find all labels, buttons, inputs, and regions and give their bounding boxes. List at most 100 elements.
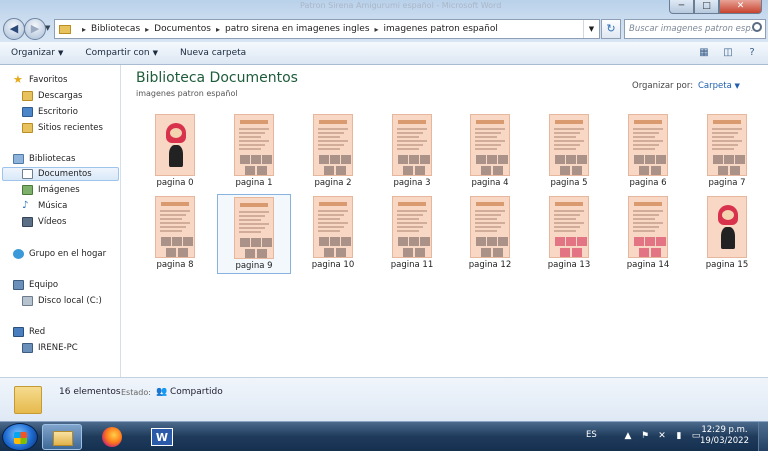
folder-icon (59, 24, 71, 34)
clock[interactable]: 12:29 p.m. 19/03/2022 (700, 425, 749, 447)
address-bar[interactable]: ▸ Bibliotecas ▸ Documentos ▸ patro siren… (54, 19, 600, 39)
taskbar-word[interactable]: W (142, 424, 182, 450)
image-thumbnail (234, 197, 274, 259)
navigation-pane: ★ Favoritos Descargas Escritorio Sitios … (0, 65, 121, 377)
file-item[interactable]: pagina 3 (375, 112, 449, 192)
file-name: pagina 7 (708, 178, 746, 188)
window-controls: ─ □ ✕ (669, 0, 762, 14)
sidebar-item-downloads[interactable]: Descargas (22, 89, 82, 103)
file-name: pagina 1 (235, 178, 273, 188)
file-item[interactable]: pagina 10 (296, 194, 370, 274)
details-pane: 16 elementos Estado: 👥 Compartido (0, 377, 768, 421)
new-folder-button[interactable]: Nueva carpeta (169, 48, 257, 58)
search-icon (752, 22, 762, 32)
sidebar-item-pc[interactable]: IRENE-PC (22, 341, 78, 355)
preview-pane-icon[interactable]: ◫ (720, 46, 736, 60)
sidebar-item-recent[interactable]: Sitios recientes (22, 121, 103, 135)
sidebar-item-local-disk[interactable]: Disco local (C:) (22, 294, 102, 308)
file-view: Biblioteca Documentos imagenes patron es… (122, 65, 768, 377)
file-item[interactable]: pagina 4 (453, 112, 527, 192)
sidebar-item-favorites[interactable]: ★ Favoritos (13, 73, 67, 87)
sidebar-item-documents[interactable]: Documentos (2, 167, 119, 181)
flag-icon[interactable]: ⚑ (639, 430, 651, 442)
recent-pages-dropdown[interactable]: ▼ (45, 24, 50, 32)
title-bar: Patron Sirena Amigurumi español - Micros… (0, 0, 768, 42)
refresh-icon: ↻ (606, 22, 616, 35)
file-name: pagina 2 (314, 178, 352, 188)
forward-button[interactable]: ▶ (24, 18, 46, 40)
file-item[interactable]: pagina 7 (690, 112, 764, 192)
hard-drive-icon (22, 296, 33, 306)
image-thumbnail (549, 196, 589, 258)
libraries-icon (13, 154, 24, 164)
help-icon[interactable]: ? (744, 46, 760, 60)
file-item[interactable]: pagina 9 (217, 194, 291, 274)
close-button[interactable]: ✕ (719, 0, 762, 14)
breadcrumb-separator-icon[interactable]: ▸ (216, 25, 220, 34)
file-name: pagina 14 (626, 260, 670, 270)
breadcrumb-separator-icon[interactable]: ▸ (375, 25, 379, 34)
sidebar-item-network[interactable]: Red (13, 325, 45, 339)
file-name: pagina 5 (550, 178, 588, 188)
file-item[interactable]: pagina 15 (690, 194, 764, 274)
library-subtitle: imagenes patron español (136, 89, 238, 98)
file-name: pagina 12 (468, 260, 512, 270)
organize-by-label: Organizar por: (632, 81, 694, 91)
breadcrumb-documentos[interactable]: Documentos (154, 24, 211, 34)
file-item[interactable]: pagina 11 (375, 194, 449, 274)
sidebar-item-images[interactable]: Imágenes (22, 183, 80, 197)
show-desktop-button[interactable] (758, 422, 768, 451)
file-item[interactable]: pagina 0 (138, 112, 212, 192)
network-signal-icon[interactable]: ▮ (673, 430, 685, 442)
word-icon: W (151, 428, 173, 446)
sidebar-item-libraries[interactable]: Bibliotecas (13, 152, 75, 166)
file-item[interactable]: pagina 12 (453, 194, 527, 274)
sidebar-item-homegroup[interactable]: Grupo en el hogar (13, 247, 106, 261)
file-name: pagina 3 (393, 178, 431, 188)
chevron-down-icon: ▼ (58, 49, 64, 57)
system-tray: ▲ ⚑ ✕ ▮ ▭ (622, 430, 702, 442)
sidebar-item-desktop[interactable]: Escritorio (22, 105, 78, 119)
breadcrumb-patro-sirena[interactable]: patro sirena en imagenes ingles (225, 24, 370, 34)
breadcrumb-separator-icon[interactable]: ▸ (145, 25, 149, 34)
organize-by-dropdown[interactable]: Carpeta ▼ (698, 81, 740, 91)
breadcrumb-bibliotecas[interactable]: Bibliotecas (91, 24, 140, 34)
file-item[interactable]: pagina 2 (296, 112, 370, 192)
start-button[interactable] (2, 423, 38, 451)
organize-menu[interactable]: Organizar ▼ (0, 48, 74, 58)
share-with-menu[interactable]: Compartir con ▼ (74, 48, 169, 58)
sidebar-item-music[interactable]: ♪ Música (22, 199, 67, 213)
library-title: Biblioteca Documentos (136, 70, 298, 86)
file-item[interactable]: pagina 13 (532, 194, 606, 274)
sidebar-item-computer[interactable]: Equipo (13, 278, 58, 292)
file-item[interactable]: pagina 1 (217, 112, 291, 192)
tray-arrow-icon[interactable]: ▲ (622, 430, 634, 442)
file-item[interactable]: pagina 8 (138, 194, 212, 274)
refresh-button[interactable]: ↻ (601, 19, 621, 39)
address-dropdown[interactable]: ▼ (583, 20, 599, 38)
maximize-button[interactable]: □ (694, 0, 719, 14)
file-item[interactable]: pagina 6 (611, 112, 685, 192)
minimize-button[interactable]: ─ (669, 0, 694, 14)
volume-muted-icon[interactable]: ✕ (656, 430, 668, 442)
breadcrumb-imagenes-patron[interactable]: imagenes patron español (384, 24, 498, 34)
breadcrumb-separator-icon[interactable]: ▸ (82, 25, 86, 34)
image-thumbnail (707, 196, 747, 258)
view-options-icon[interactable]: ▦ (696, 46, 712, 60)
pictures-icon (22, 185, 33, 195)
image-thumbnail (628, 196, 668, 258)
command-bar: Organizar ▼ Compartir con ▼ Nueva carpeta … (0, 42, 768, 65)
clock-date: 19/03/2022 (700, 436, 749, 446)
taskbar-firefox[interactable] (92, 424, 132, 450)
back-button[interactable]: ◀ (3, 18, 25, 40)
file-item[interactable]: pagina 5 (532, 112, 606, 192)
image-thumbnail (628, 114, 668, 176)
chevron-down-icon: ▼ (588, 25, 595, 33)
downloads-folder-icon (22, 91, 33, 101)
taskbar-explorer[interactable] (42, 424, 82, 450)
sidebar-item-videos[interactable]: Vídeos (22, 215, 66, 229)
language-indicator[interactable]: ES (586, 430, 597, 440)
file-item[interactable]: pagina 14 (611, 194, 685, 274)
image-thumbnail (313, 114, 353, 176)
search-input[interactable]: Buscar imagenes patron esp... (624, 19, 766, 39)
